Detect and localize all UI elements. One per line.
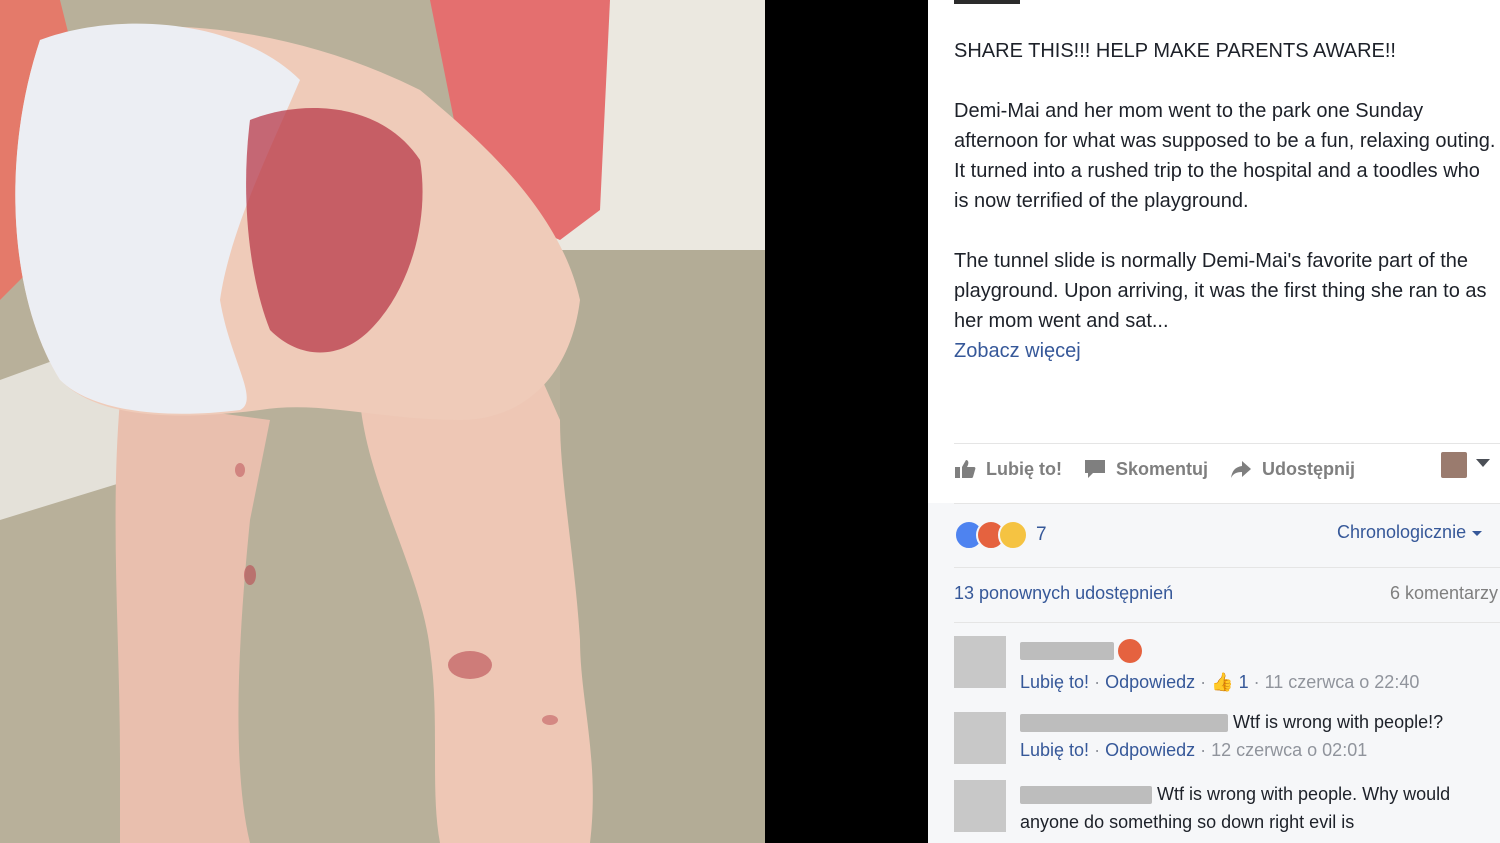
commenter-name-redacted[interactable]: [1020, 714, 1228, 733]
divider: [954, 443, 1500, 444]
commenter-name-redacted[interactable]: [1020, 786, 1152, 805]
comment-meta: Lubię to! · Odpowiedz · 12 czerwca o 02:…: [1020, 740, 1368, 760]
commenter-name-redacted[interactable]: [1020, 642, 1114, 661]
divider: [954, 567, 1500, 568]
comment-sort-dropdown[interactable]: Chronologicznie: [1337, 522, 1483, 543]
thumbs-up-icon: 👍: [1211, 672, 1234, 692]
post-paragraph-3: The tunnel slide is normally Demi-Mai's …: [954, 250, 1487, 332]
shares-count[interactable]: 13 ponownych udostępnień: [954, 583, 1173, 604]
avatar[interactable]: [954, 636, 1006, 688]
post-panel: SHARE THIS!!! HELP MAKE PARENTS AWARE!! …: [928, 0, 1500, 843]
avatar[interactable]: [954, 712, 1006, 764]
share-arrow-icon: [1231, 461, 1251, 478]
comment-label: Skomentuj: [1115, 458, 1208, 479]
post-paragraph-1: SHARE THIS!!! HELP MAKE PARENTS AWARE!!: [954, 40, 1396, 62]
photo-letterbox: [765, 0, 928, 843]
post-paragraph-2: Demi-Mai and her mom went to the park on…: [954, 100, 1496, 212]
post-text: SHARE THIS!!! HELP MAKE PARENTS AWARE!! …: [954, 36, 1499, 366]
avatar[interactable]: [954, 780, 1006, 832]
comment-like-button[interactable]: Lubię to!: [1020, 672, 1089, 692]
chevron-down-icon[interactable]: [1476, 459, 1490, 467]
comment-text: Wtf is wrong with people!?: [1233, 712, 1444, 732]
divider: [954, 503, 1500, 504]
comment-reply-button[interactable]: Odpowiedz: [1105, 672, 1195, 692]
comment-reply-button[interactable]: Odpowiedz: [1105, 740, 1195, 760]
profile-stub: [954, 0, 1020, 4]
chevron-down-icon: [1472, 530, 1483, 536]
comment-meta: Lubię to! · Odpowiedz · 👍 1 · 11 czerwca…: [1020, 672, 1420, 692]
photo-illustration: [0, 0, 765, 843]
share-label: Udostępnij: [1262, 458, 1355, 479]
thumbs-up-icon: [955, 460, 976, 478]
like-label: Lubię to!: [986, 458, 1062, 479]
comment-like-button[interactable]: Lubię to!: [1020, 740, 1089, 760]
comment-body: Wtf is wrong with people!? Lubię to! · O…: [1020, 708, 1500, 764]
sort-label: Chronologicznie: [1337, 522, 1467, 542]
share-button[interactable]: Udostępnij: [1230, 459, 1355, 480]
comment-body: Lubię to! · Odpowiedz · 👍 1 · 11 czerwca…: [1020, 636, 1500, 696]
comments-count[interactable]: 6 komentarzy: [1390, 583, 1498, 604]
post-photo[interactable]: [0, 0, 765, 843]
like-button[interactable]: Lubię to!: [954, 459, 1062, 480]
share-as-avatar[interactable]: [1441, 452, 1467, 478]
comment-body: Wtf is wrong with people. Why would anyo…: [1020, 780, 1500, 836]
reactions-summary[interactable]: 7: [954, 520, 1047, 550]
post-actions: Lubię to! Skomentuj Udostępnij: [954, 452, 1377, 486]
divider: [954, 622, 1500, 623]
comment-icon: [1084, 460, 1105, 478]
angry-emoji-icon: [1118, 639, 1142, 664]
comment-time[interactable]: 12 czerwca o 02:01: [1211, 740, 1367, 760]
comment-like-count[interactable]: 1: [1239, 672, 1249, 692]
comment-time[interactable]: 11 czerwca o 22:40: [1265, 672, 1420, 692]
see-more-link[interactable]: Zobacz więcej: [954, 336, 1499, 366]
comment-button[interactable]: Skomentuj: [1084, 459, 1208, 480]
sad-reaction-icon: [998, 520, 1028, 550]
reaction-count: 7: [1036, 524, 1047, 545]
